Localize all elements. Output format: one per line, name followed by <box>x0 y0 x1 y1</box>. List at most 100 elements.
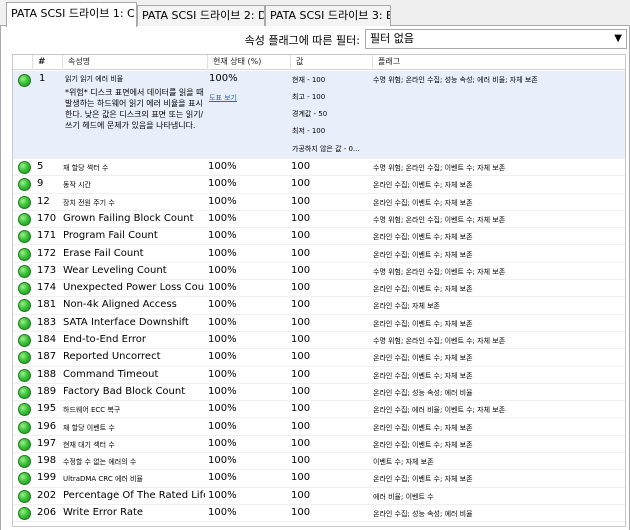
status-ok-icon <box>18 351 31 365</box>
status-ok-icon <box>18 403 31 417</box>
status-ok-icon <box>18 437 31 451</box>
row-num: 173 <box>37 264 57 276</box>
row-value: 100 <box>291 264 311 276</box>
row-flags: 온라인 수집; 이벤트 수; 자체 보존 <box>373 233 473 242</box>
table-row[interactable]: 196 재 할당 이벤트 수 100% 100 온라인 수집; 이벤트 수; 자체 보존 <box>13 419 625 436</box>
filter-value: 필터 없음 <box>370 32 414 45</box>
table-row[interactable]: 184 End-to-End Error 100% 100 수명 위험; 온라인 수집;… <box>13 332 625 350</box>
row-attr: UltraDMA CRC 에러 비율 <box>63 475 143 484</box>
row-health: 100% <box>208 230 237 242</box>
row-value: 100 <box>291 368 311 380</box>
table-row[interactable]: 188 Command Timeout 100% 100 온라인 수집; 이벤트 수; … <box>13 367 625 384</box>
table-row[interactable]: 202 Percentage Of The Rated Lifeti...100%… <box>13 488 625 505</box>
value-worst: 최고 - 100 <box>292 93 326 101</box>
table-row[interactable]: 197 현재 대기 섹터 수 100% 100 온라인 수집; 이벤트 수; 자체 보존 <box>13 436 625 454</box>
value-lowest: 최저 - 100 <box>292 127 326 135</box>
row-health: 100% <box>208 316 237 328</box>
row-value: 100 <box>291 403 311 415</box>
row-num: 202 <box>37 489 57 501</box>
row-attr: 재 할당 섹터 수 <box>63 164 109 172</box>
table-row[interactable]: 206 Write Error Rate 100% 100 온라인 수집; 성능 속성;… <box>13 505 625 523</box>
row-attr: Write Error Rate <box>63 507 144 518</box>
status-ok-icon <box>18 161 31 174</box>
table-row[interactable]: 170 Grown Failing Block Count 100% 100 수명 위험… <box>13 211 625 229</box>
table-row[interactable]: 198 수정할 수 없는 에러의 수 100% 100 이벤트 수; 자체 보존 <box>13 453 625 471</box>
row-attr: Percentage Of The Rated Lifeti... <box>63 489 205 501</box>
row-health: 100% <box>208 385 237 397</box>
table-row[interactable]: 181 Non-4k Aligned Access 100% 100 온라인 수집; 자… <box>13 297 625 315</box>
status-ok-icon <box>18 264 31 278</box>
filter-label: 속성 플래그에 따른 필터: <box>244 34 360 47</box>
table-row[interactable]: 173 Wear Leveling Count 100% 100 수명 위험; 온라인 … <box>13 263 625 281</box>
row-health: 100% <box>208 489 237 501</box>
row-num: 172 <box>37 247 57 259</box>
chart-link[interactable]: 도표 보기 <box>209 93 237 103</box>
table-row[interactable]: 9 동작 시간 100% 100 온라인 수집; 이벤트 수; 자체 보존 <box>13 176 625 194</box>
row-health: 100% <box>208 299 237 311</box>
row-health: 100% <box>208 437 237 449</box>
table-row[interactable]: 199 UltraDMA CRC 에러 비율 100% 100 온라인 수집; 이벤트 … <box>13 470 625 488</box>
header-attr[interactable]: 속성명 <box>63 55 208 70</box>
status-ok-icon <box>18 299 31 313</box>
row-value: 100 <box>291 282 311 294</box>
row-num: 189 <box>37 385 57 397</box>
table-row[interactable]: 174 Unexpected Power Loss Count 100% 100 온라인… <box>13 280 625 298</box>
row-health: 100% <box>208 420 237 432</box>
status-ok-icon <box>18 455 31 469</box>
row-value: 100 <box>291 247 311 259</box>
row-flags: 온라인 수집; 성능 속성; 에러 비율 <box>373 388 473 397</box>
row-flags: 온라인 수집; 이벤트 수; 자체 보존 <box>373 285 473 294</box>
row-num: 188 <box>37 368 57 380</box>
row-health: 100% <box>209 73 238 84</box>
row-flags: 온라인 수집; 이벤트 수; 자체 보존 <box>373 371 473 380</box>
row-value: 100 <box>291 230 311 242</box>
row-num: 171 <box>37 230 57 242</box>
table-row[interactable]: 187 Reported Uncorrect 100% 100 온라인 수집; 이벤트 … <box>13 349 625 367</box>
row-value: 100 <box>291 334 311 345</box>
row-health: 100% <box>208 212 237 224</box>
status-ok-icon <box>18 368 31 382</box>
status-ok-icon <box>18 489 31 503</box>
header-value[interactable]: 값 <box>291 55 373 70</box>
tab-drive-2[interactable]: PATA SCSI 드라이브 2: D <box>137 5 265 26</box>
row-attr: Command Timeout <box>63 368 159 380</box>
status-ok-icon <box>18 247 31 261</box>
row-flags: 수명 위험; 온라인 수집; 성능 속성; 에러 비율; 자체 보존 <box>373 76 538 84</box>
row-value: 100 <box>291 385 311 397</box>
tab-drive-3[interactable]: PATA SCSI 드라이브 3: E <box>265 5 391 26</box>
row-health: 100% <box>208 178 237 190</box>
filter-select[interactable]: 필터 없음 ▼ <box>365 29 627 49</box>
row-num: 9 <box>37 178 44 190</box>
table-row[interactable]: 183 SATA Interface Downshift 100% 100 온라인 수집… <box>13 315 625 332</box>
row-flags: 온라인 수집; 이벤트 수; 자체 보존 <box>373 354 473 363</box>
table-row[interactable]: 172 Erase Fail Count 100% 100 온라인 수집; 이벤트 수;… <box>13 246 625 263</box>
table-row[interactable]: 12 장치 전원 주기 수 100% 100 온라인 수집; 이벤트 수; 자체 보존 <box>13 194 625 211</box>
value-threshold: 경계값 - 50 <box>292 110 328 118</box>
row-attr: Factory Bad Block Count <box>63 385 186 397</box>
header-flags[interactable]: 플래그 <box>373 55 625 70</box>
table-row[interactable]: 171 Program Fail Count 100% 100 온라인 수집; 이벤트 … <box>13 228 625 246</box>
row-num: 196 <box>37 420 57 432</box>
table-row[interactable]: 189 Factory Bad Block Count 100% 100 온라인 수집;… <box>13 384 625 402</box>
row-attr: Reported Uncorrect <box>63 351 161 363</box>
row-num: 170 <box>37 212 57 224</box>
row-attr: 재 할당 이벤트 수 <box>63 423 115 432</box>
header-num[interactable]: # <box>33 55 63 70</box>
attributes-table[interactable]: # 속성명 현재 상태 (%) 값 플래그 1 읽기 읽기 에러 비율 *위험*… <box>12 54 626 527</box>
row-flags: 수명 위험; 온라인 수집; 이벤트 수; 자체 보존 <box>373 215 506 224</box>
row-num: 187 <box>37 351 57 363</box>
tab-drive-1[interactable]: PATA SCSI 드라이브 1: C <box>6 2 137 27</box>
row-attr: 현재 대기 섹터 수 <box>63 440 115 449</box>
row-value: 100 <box>291 472 311 484</box>
table-header: # 속성명 현재 상태 (%) 값 플래그 <box>13 55 625 70</box>
row-attr: 하드웨어 ECC 복구 <box>63 406 121 415</box>
row-value: 100 <box>291 420 311 432</box>
header-health[interactable]: 현재 상태 (%) <box>208 55 291 70</box>
table-row[interactable]: 195 하드웨어 ECC 복구 100% 100 온라인 수집; 에러 비율; 이벤트 … <box>13 401 625 419</box>
status-ok-icon <box>18 195 31 209</box>
row-attr: Non-4k Aligned Access <box>63 299 177 311</box>
status-ok-icon <box>18 472 31 486</box>
row-attr: End-to-End Error <box>63 334 147 345</box>
table-row[interactable]: 5 재 할당 섹터 수 100% 100 수명 위험; 온라인 수집; 이벤트 수; 자… <box>13 159 625 177</box>
table-row[interactable]: 1 읽기 읽기 에러 비율 *위험* 디스크 표면에서 데이터를 읽을 때 발생… <box>13 71 625 159</box>
